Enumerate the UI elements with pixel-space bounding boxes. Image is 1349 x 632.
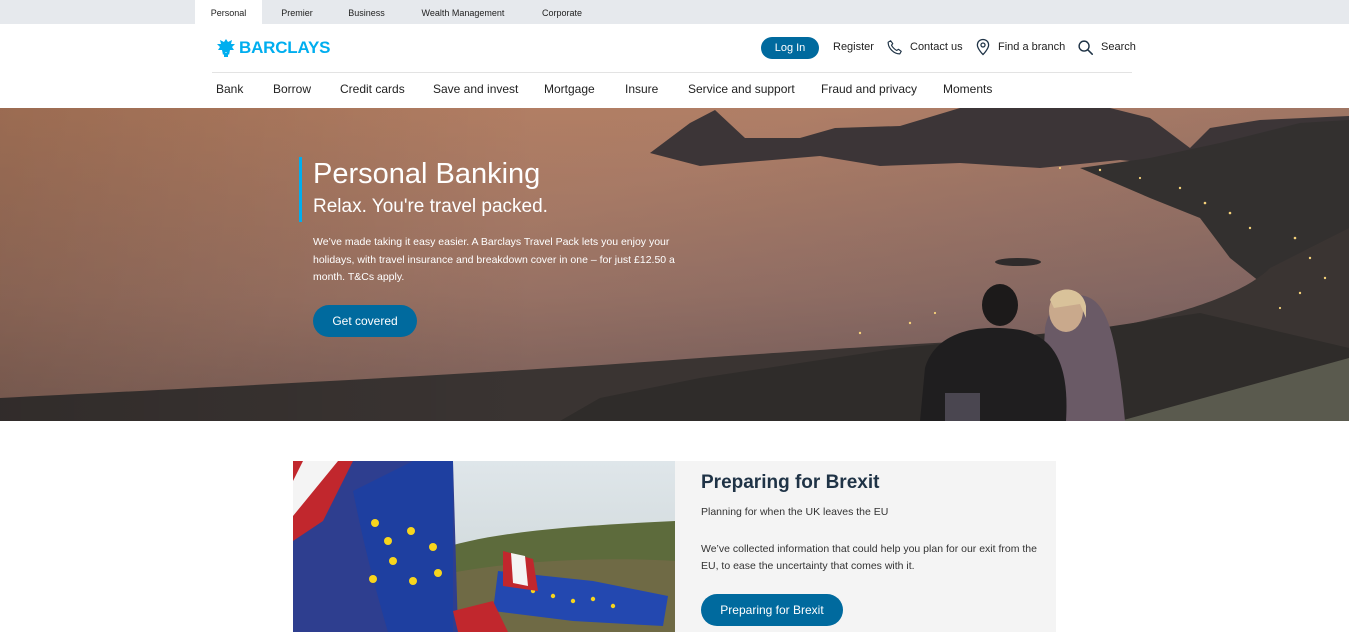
phone-icon	[887, 39, 902, 54]
preparing-for-brexit-button[interactable]: Preparing for Brexit	[701, 594, 843, 626]
nav-item-mortgage[interactable]: Mortgage	[544, 82, 595, 96]
hero-description: We’ve made taking it easy easier. A Barc…	[313, 236, 675, 283]
nav-item-moments[interactable]: Moments	[943, 82, 992, 96]
nav-item-insure[interactable]: Insure	[625, 82, 658, 96]
nav-item-service-and-support[interactable]: Service and support	[688, 82, 795, 96]
brexit-lead: Planning for when the UK leaves the EU	[701, 506, 889, 518]
nav-item-borrow[interactable]: Borrow	[273, 82, 311, 96]
segment-tab-premier[interactable]: Premier	[268, 0, 326, 24]
search-link[interactable]: Search	[1077, 36, 1136, 58]
nav-item-fraud-and-privacy[interactable]: Fraud and privacy	[821, 82, 917, 96]
search-label: Search	[1101, 41, 1136, 53]
register-label: Register	[833, 41, 874, 53]
eagle-icon	[217, 39, 235, 57]
location-pin-icon	[976, 38, 990, 56]
segment-tab-corporate[interactable]: Corporate	[527, 0, 597, 24]
brexit-description: We’ve collected information that could h…	[701, 543, 1037, 572]
barclays-logo[interactable]: BARCLAYS	[216, 37, 330, 59]
register-link[interactable]: Register	[833, 36, 874, 58]
hero-accent-bar	[299, 157, 302, 222]
hero-subtitle: Relax. You're travel packed.	[313, 196, 548, 217]
nav-item-save-and-invest[interactable]: Save and invest	[433, 82, 518, 96]
search-icon	[1078, 39, 1094, 55]
hero-title: Personal Banking	[313, 158, 541, 190]
nav-item-credit-cards[interactable]: Credit cards	[340, 82, 405, 96]
segment-tab-business[interactable]: Business	[333, 0, 400, 24]
site-header: BARCLAYS Log In Register Contact us Find…	[0, 24, 1349, 108]
brexit-title: Preparing for Brexit	[701, 472, 880, 493]
segment-tab-wealth-management[interactable]: Wealth Management	[410, 0, 516, 24]
contact-us-link[interactable]: Contact us	[886, 36, 963, 58]
get-covered-button[interactable]: Get covered	[313, 305, 417, 337]
contact-us-label: Contact us	[910, 41, 963, 53]
login-button[interactable]: Log In	[761, 37, 819, 59]
brexit-image	[293, 461, 675, 632]
brand-wordmark: BARCLAYS	[239, 38, 331, 57]
find-branch-label: Find a branch	[998, 41, 1066, 53]
nav-item-bank[interactable]: Bank	[216, 82, 243, 96]
segment-bar: Personal Premier Business Wealth Managem…	[0, 0, 1349, 24]
segment-tab-personal[interactable]: Personal	[195, 0, 262, 24]
hero-banner: Personal Banking Relax. You're travel pa…	[0, 108, 1349, 421]
find-branch-link[interactable]: Find a branch	[975, 36, 1065, 58]
brexit-card: Preparing for Brexit Planning for when t…	[293, 461, 1056, 632]
header-divider	[212, 72, 1132, 73]
